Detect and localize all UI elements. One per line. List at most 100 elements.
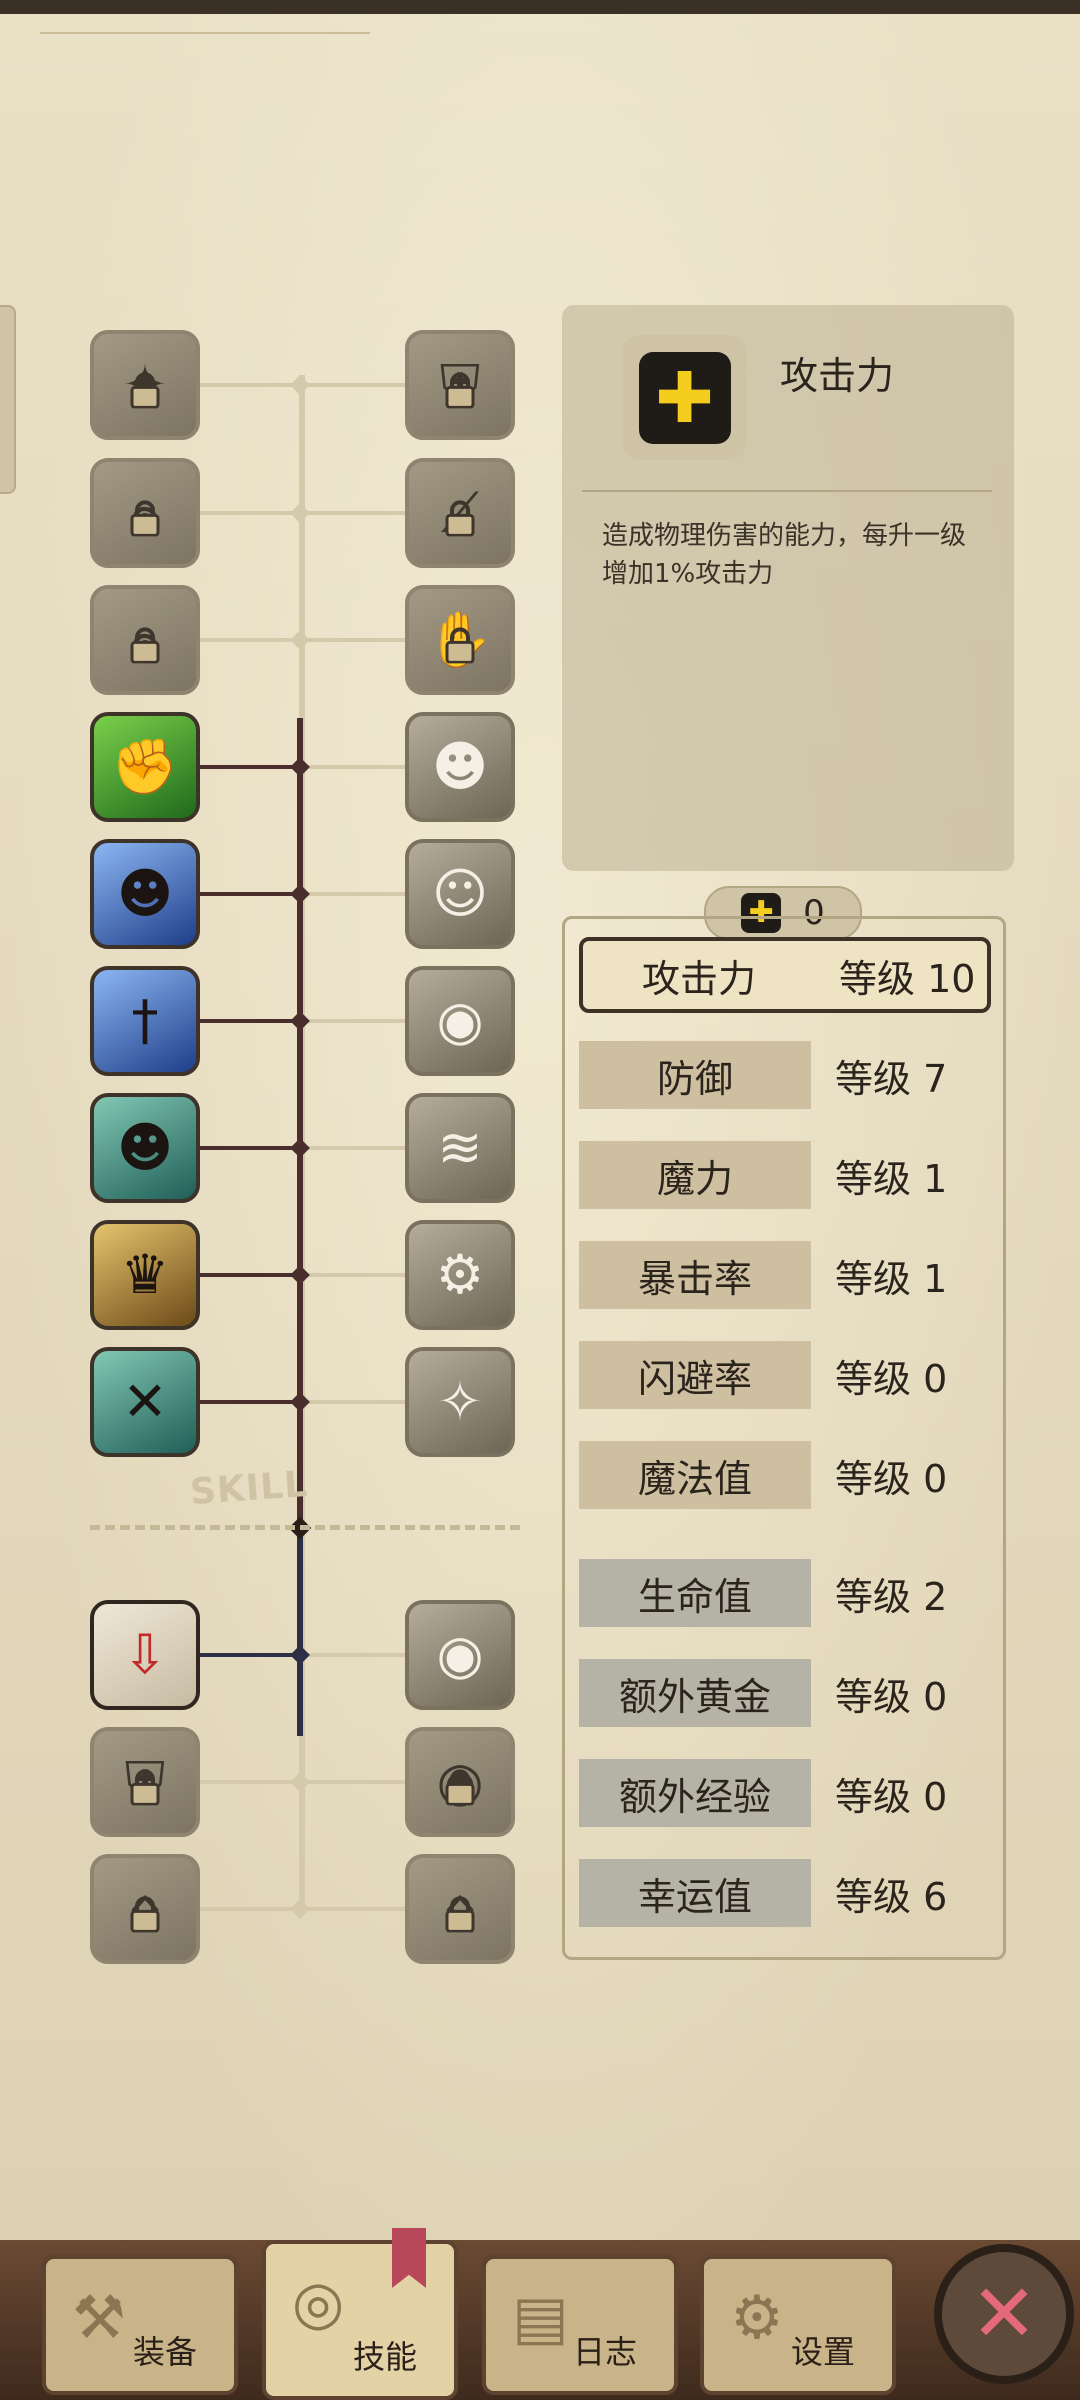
skill-node-left-10[interactable]: ⇩ <box>90 1600 200 1710</box>
tab-log[interactable]: ▤ 日志 <box>482 2255 678 2395</box>
stat-row-attack[interactable]: 攻击力 等级 10 <box>579 937 991 1013</box>
stat-name: 额外黄金 <box>579 1659 811 1727</box>
tab-label: 设置 <box>790 2333 855 2371</box>
cog-ring-icon: ⚙ <box>435 1243 485 1306</box>
skill-node-left-9[interactable]: ✕ <box>90 1347 200 1457</box>
skill-node-left-7[interactable]: ☻ <box>90 1093 200 1203</box>
journal-icon: ▤ <box>512 2283 569 2353</box>
watching-eye-icon: ◉ <box>436 1623 484 1686</box>
stat-row-extra-exp[interactable]: 额外经验 等级 0 <box>579 1755 991 1831</box>
skill-node-right-12[interactable]: ⌂ <box>405 1854 515 1964</box>
stat-level: 等级 10 <box>839 956 976 1001</box>
skill-node-right-5[interactable]: ☺ <box>405 839 515 949</box>
tab-label: 装备 <box>132 2333 197 2371</box>
tab-skills[interactable]: ◎ 技能 <box>262 2240 458 2400</box>
stat-level: 等级 7 <box>835 1056 948 1101</box>
skill-node-right-11[interactable]: ◉ <box>405 1727 515 1837</box>
tree-connector <box>200 383 300 387</box>
stat-level: 等级 2 <box>835 1574 948 1619</box>
tree-connector <box>300 1653 405 1657</box>
skill-divider <box>90 1525 520 1530</box>
lock-icon <box>130 500 160 537</box>
skill-node-right-6[interactable]: ◉ <box>405 966 515 1076</box>
skill-node-right-7[interactable]: ≋ <box>405 1093 515 1203</box>
tree-connector <box>200 1653 300 1657</box>
info-title: 攻击力 <box>780 354 895 398</box>
tree-connector <box>200 765 300 769</box>
skill-node-right-10[interactable]: ◉ <box>405 1600 515 1710</box>
skill-node-left-5[interactable]: ☻ <box>90 839 200 949</box>
plus-icon: ✚ <box>638 351 731 444</box>
lock-icon <box>130 1769 160 1806</box>
lock-icon <box>130 372 160 409</box>
stat-row-health[interactable]: 生命值 等级 2 <box>579 1555 991 1631</box>
stat-level: 等级 0 <box>835 1674 948 1719</box>
tab-equipment[interactable]: ⚒ 装备 <box>42 2255 238 2395</box>
tree-connector <box>300 511 405 515</box>
skill-divider-label: SKILL <box>188 1463 310 1514</box>
sword-icon: † <box>131 989 159 1052</box>
tree-connector <box>200 511 300 515</box>
stat-name: 暴击率 <box>579 1241 811 1309</box>
stat-name: 生命值 <box>579 1559 811 1627</box>
dashing-hero-icon: ☻ <box>116 1116 174 1179</box>
stat-name: 额外经验 <box>579 1759 811 1827</box>
skill-node-left-2[interactable]: ๑ <box>90 458 200 568</box>
tree-connector <box>200 1273 300 1277</box>
stat-name: 魔力 <box>579 1141 811 1209</box>
tree-connector <box>200 1400 300 1404</box>
golden-warrior-icon: ♛ <box>120 1243 170 1306</box>
stat-row-defense[interactable]: 防御 等级 7 <box>579 1037 991 1113</box>
skill-node-left-4[interactable]: ✊ <box>90 712 200 822</box>
stat-name: 闪避率 <box>579 1341 811 1409</box>
lock-icon <box>130 1896 160 1933</box>
info-icon-frame: ✚ <box>622 335 747 460</box>
tree-connector <box>300 1146 405 1150</box>
tree-connector <box>300 892 405 896</box>
info-divider <box>582 490 992 492</box>
red-trap-icon: ⇩ <box>122 1623 168 1686</box>
skill-node-left-8[interactable]: ♛ <box>90 1220 200 1330</box>
tab-label: 技能 <box>352 2338 417 2376</box>
crossed-blades-icon: ✕ <box>122 1370 168 1433</box>
skill-node-right-3[interactable]: ✋ <box>405 585 515 695</box>
flexing-arm-icon: ✊ <box>111 735 179 798</box>
tree-connector <box>300 383 405 387</box>
tree-connector <box>300 765 405 769</box>
skill-node-right-2[interactable]: ⟋ <box>405 458 515 568</box>
lock-icon <box>445 372 475 409</box>
muscle-pose-icon: ☺ <box>431 862 489 925</box>
tree-connector <box>200 1907 300 1911</box>
close-button[interactable]: ✕ <box>934 2244 1074 2384</box>
tree-connector <box>200 1780 300 1784</box>
side-pull-tab[interactable] <box>0 305 16 494</box>
skill-node-left-11[interactable]: ⛨ <box>90 1727 200 1837</box>
skill-node-left-12[interactable]: ⌂ <box>90 1854 200 1964</box>
charging-hero-icon: ☻ <box>431 735 489 798</box>
tree-connector <box>300 1019 405 1023</box>
lock-icon <box>445 1769 475 1806</box>
skill-node-right-1[interactable]: ⛨ <box>405 330 515 440</box>
stat-row-crit-rate[interactable]: 暴击率 等级 1 <box>579 1237 991 1313</box>
tree-connector <box>200 1019 300 1023</box>
skill-node-left-3[interactable]: ๑ <box>90 585 200 695</box>
stat-row-mana[interactable]: 魔法值 等级 0 <box>579 1437 991 1513</box>
stat-row-magic[interactable]: 魔力 等级 1 <box>579 1137 991 1213</box>
skill-node-right-8[interactable]: ⚙ <box>405 1220 515 1330</box>
skill-node-right-9[interactable]: ✧ <box>405 1347 515 1457</box>
stat-level: 等级 1 <box>835 1256 948 1301</box>
skill-node-left-1[interactable]: ✦ <box>90 330 200 440</box>
gear-icon: ⚙ <box>730 2283 784 2353</box>
tree-connector <box>300 1400 405 1404</box>
stat-row-extra-gold[interactable]: 额外黄金 等级 0 <box>579 1655 991 1731</box>
tab-settings[interactable]: ⚙ 设置 <box>700 2255 896 2395</box>
skill-node-left-6[interactable]: † <box>90 966 200 1076</box>
skill-node-right-4[interactable]: ☻ <box>405 712 515 822</box>
tree-connector <box>200 892 300 896</box>
skill-ring-icon: ◎ <box>292 2268 345 2338</box>
stat-level: 等级 6 <box>835 1874 948 1919</box>
stat-row-luck[interactable]: 幸运值 等级 6 <box>579 1855 991 1931</box>
stat-level: 等级 1 <box>835 1156 948 1201</box>
lock-icon <box>445 627 475 664</box>
stat-row-dodge-rate[interactable]: 闪避率 等级 0 <box>579 1337 991 1413</box>
